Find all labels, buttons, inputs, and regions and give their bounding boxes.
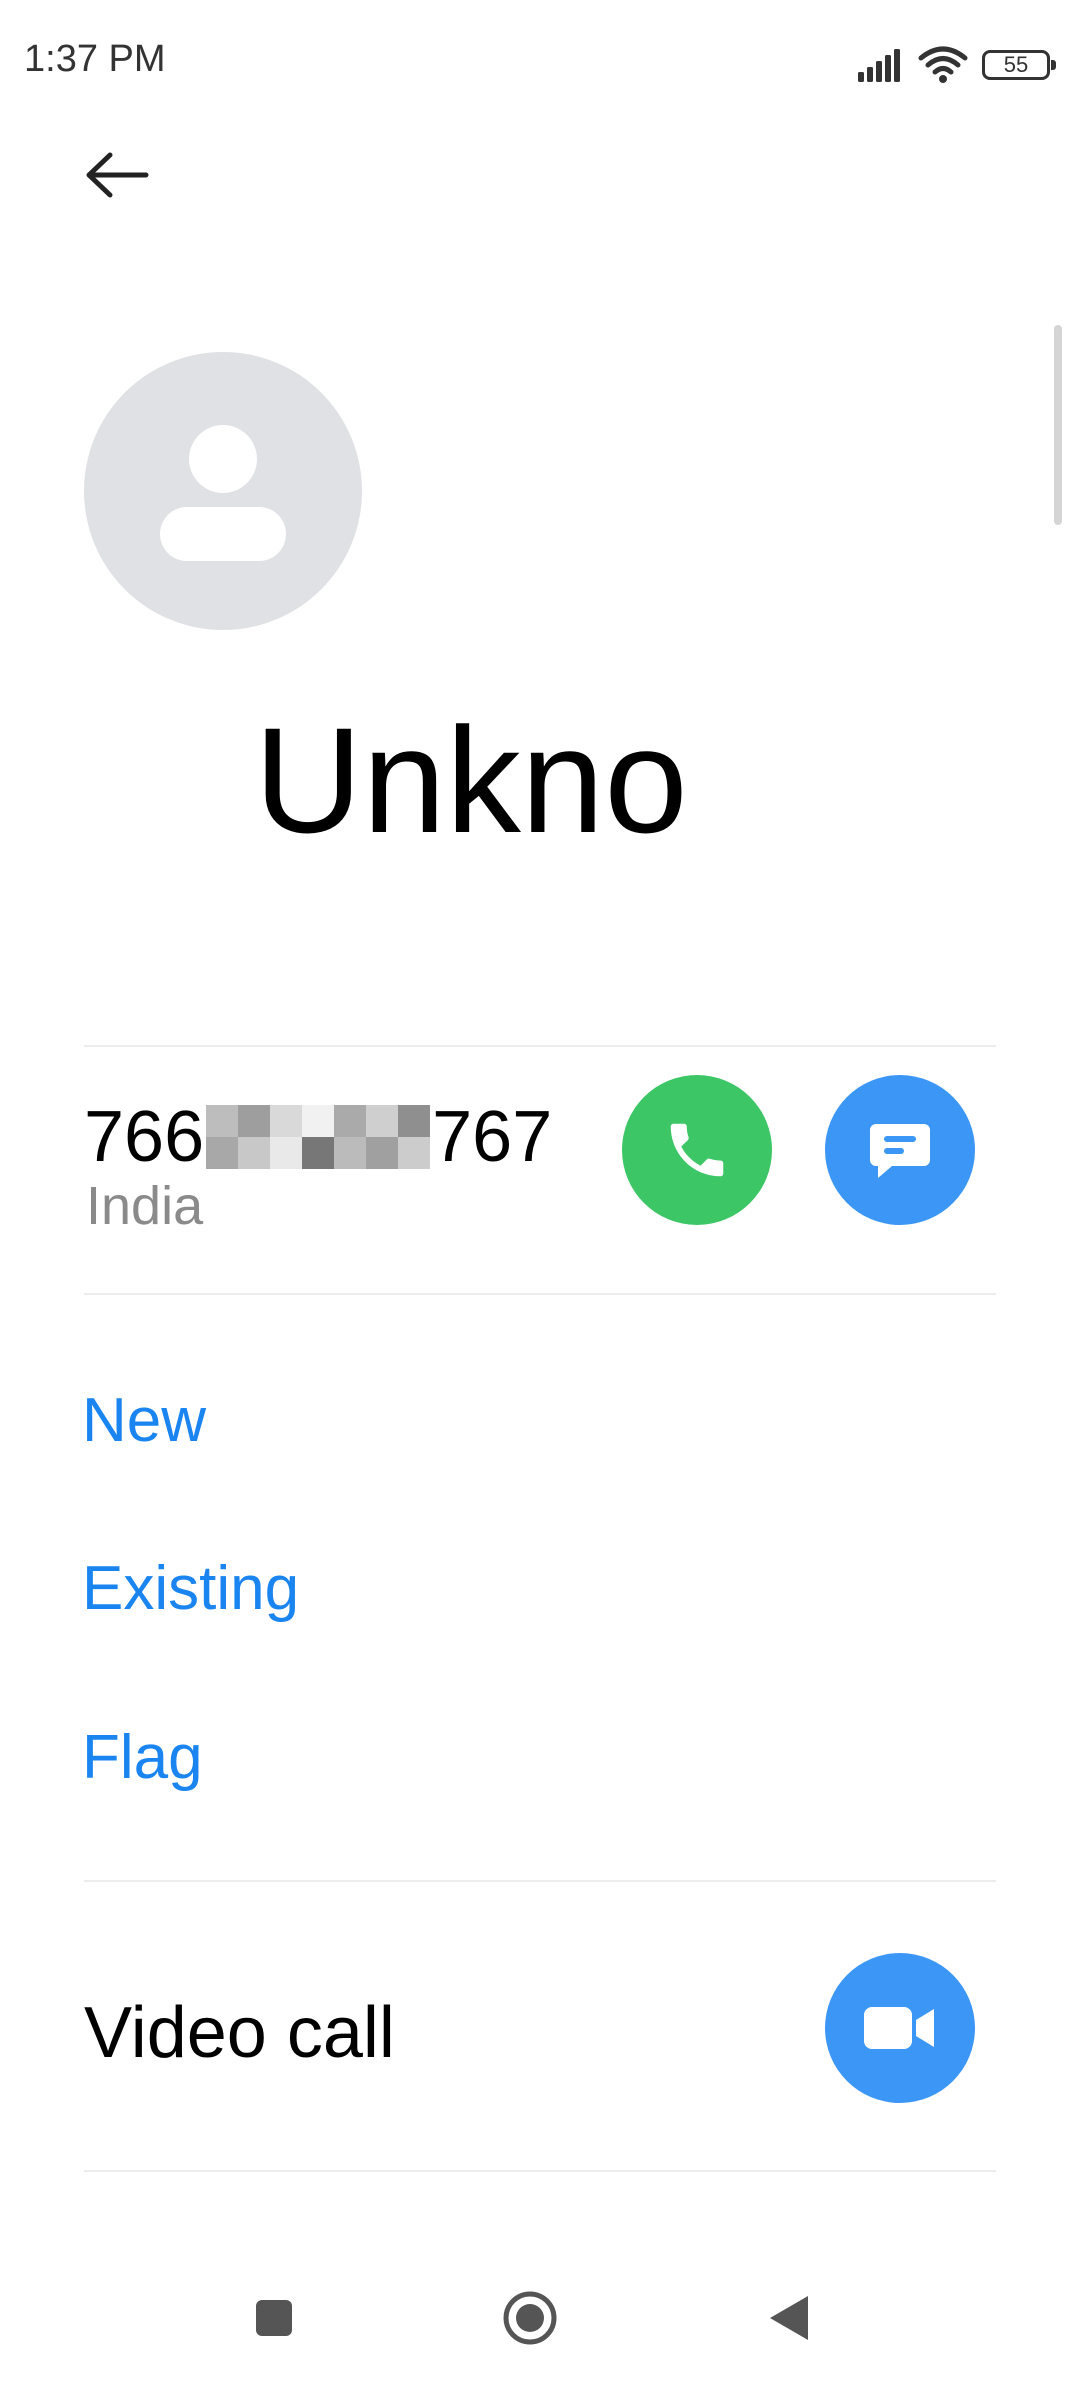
video-camera-icon [864,2007,934,2049]
name-track: actUnkno [84,690,688,870]
back-button[interactable] [72,130,162,220]
message-button[interactable] [825,1075,975,1225]
phone-number-prefix: 766 [84,1097,205,1177]
back-icon[interactable] [766,2294,810,2342]
phone-country: India [86,1176,204,1236]
call-button[interactable] [622,1075,772,1225]
phone-number[interactable]: 766 767 [84,1096,552,1178]
contact-detail-screen: 1:37 PM 55 Unkno 766 767 India New Exist… [0,0,1080,2400]
name-part-2: Unkno [254,696,688,864]
status-icons: 55 [856,42,1056,88]
video-call-button[interactable] [825,1953,975,2103]
message-icon [870,1124,930,1178]
signal-icon [858,49,900,82]
divider [84,1045,996,1047]
home-icon[interactable] [502,2290,558,2346]
wifi-icon [918,46,968,83]
redacted-digits [206,1105,431,1169]
divider [84,1880,996,1882]
battery-level: 55 [1003,52,1029,77]
avatar [84,352,362,630]
person-icon [160,425,286,561]
navigation-bar [0,2250,1080,2400]
existing-contact-link[interactable]: Existing [82,1553,299,1624]
battery-icon: 55 [982,50,1056,80]
new-contact-link[interactable]: New [82,1385,206,1456]
status-bar: 1:37 PM 55 [0,0,1080,130]
contact-name: actUnkno [84,690,996,870]
divider [84,2170,996,2172]
flag-link[interactable]: Flag [82,1722,203,1793]
scrollbar[interactable] [1054,325,1062,525]
divider [84,1293,996,1295]
video-call-label[interactable]: Video call [84,1992,395,2074]
phone-number-suffix: 767 [432,1097,553,1177]
phone-icon [670,1123,724,1177]
status-time: 1:37 PM [24,38,166,80]
arrow-left-icon [86,152,149,198]
recents-icon[interactable] [256,2300,292,2336]
